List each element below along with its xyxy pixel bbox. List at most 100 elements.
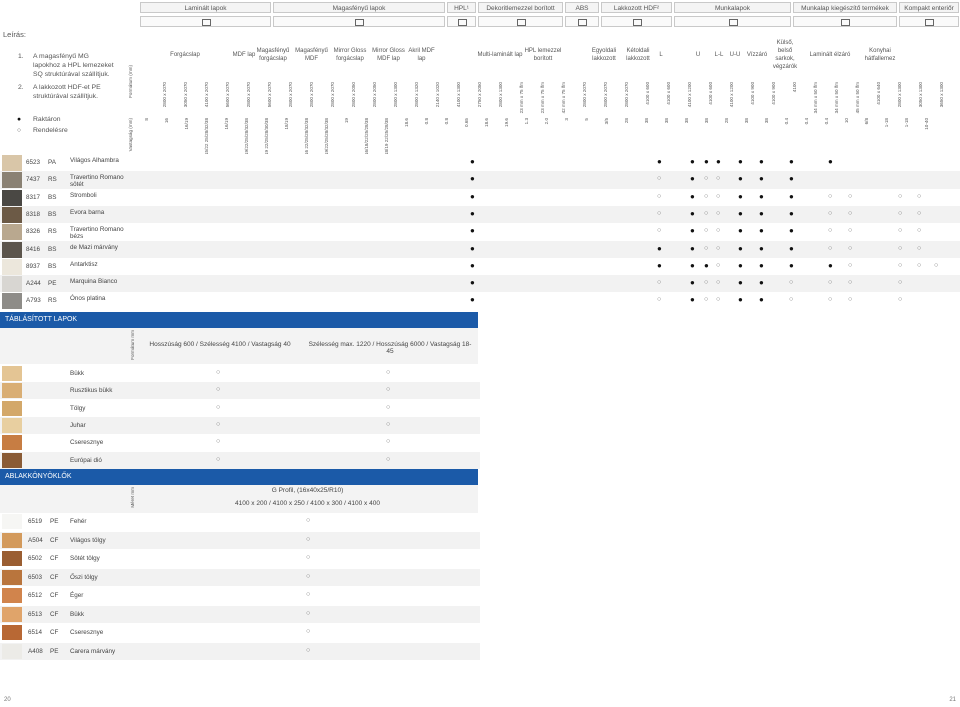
format-value: 34 mm x 50 lfm xyxy=(834,82,839,114)
table-row: 8326 RS Travertino Romano bézs ● ○ ● ○ ○ ● ● ● ○ ○ ○ ○ xyxy=(0,223,960,242)
order-circle-icon: ○ xyxy=(386,369,391,376)
stock-dot-icon: ● xyxy=(828,157,833,166)
decor-swatch xyxy=(2,258,22,275)
stock-dot-icon: ● xyxy=(657,260,662,270)
item-name: Carera márvány xyxy=(70,647,116,655)
thickness-value: 18/19 xyxy=(284,118,289,130)
stock-dot-icon: ● xyxy=(789,191,794,201)
product-code: 8326 xyxy=(26,228,41,236)
stock-dot-icon: ● xyxy=(657,157,662,166)
stock-dot-icon: ● xyxy=(690,278,695,288)
order-circle-icon: ○ xyxy=(386,403,391,411)
item-code: 6512 xyxy=(28,592,43,599)
group-header: Magasfényű lapok xyxy=(273,2,445,13)
table-row: 8937 BS Antarktisz ● ● ● ● ○ ● ● ● ● ○ ○ ○ ○ xyxy=(0,257,960,276)
order-circle-icon: ○ xyxy=(657,175,662,183)
note-number: 2. xyxy=(18,84,24,91)
list-item: Tölgy ○ ○ xyxy=(0,399,480,417)
thickness-value: 1-18 xyxy=(884,118,889,128)
list-item: Európai dió ○ ○ xyxy=(0,451,480,469)
column-subheading: Forgácslap xyxy=(170,52,200,58)
item-code: 6503 xyxy=(28,573,43,581)
format-value: 2800 x 1320 xyxy=(414,82,419,108)
group-header: HPL¹ xyxy=(447,2,476,13)
order-circle-icon: ○ xyxy=(386,420,391,428)
decor-swatch xyxy=(2,241,22,258)
product-code: 6523 xyxy=(26,159,41,166)
tables-format-label: Formátum mm xyxy=(130,330,135,360)
order-circle-icon: ○ xyxy=(657,296,662,304)
decor-swatch xyxy=(2,532,22,548)
format-value: 2750 x 2050 xyxy=(477,82,482,108)
format-value: 2800 x 2070 xyxy=(288,82,293,108)
order-circle-icon: ○ xyxy=(917,227,922,235)
column-subheading: Mirror Gloss MDF lap xyxy=(372,48,405,62)
product-type-icon xyxy=(899,16,959,27)
thickness-value: 0.4 xyxy=(824,118,829,125)
order-circle-icon: ○ xyxy=(386,455,391,463)
format-value: 4100 x 1300 xyxy=(456,82,461,108)
item-finish: PE xyxy=(50,518,59,525)
order-circle-icon: ○ xyxy=(917,261,922,269)
product-code: 8318 xyxy=(26,210,41,218)
stock-dot-icon: ● xyxy=(738,191,743,201)
decor-swatch xyxy=(2,514,22,529)
order-circle-icon: ○ xyxy=(704,279,709,287)
format-value: 2800 x 1300 xyxy=(498,82,503,108)
decor-swatch xyxy=(2,206,22,223)
order-circle-icon: ○ xyxy=(716,227,721,235)
product-type-icon xyxy=(565,16,599,27)
tables-section-title: TÁBLÁSÍTOTT LAPOK xyxy=(0,312,478,328)
stock-dot-icon: ● xyxy=(738,243,743,253)
list-item: Rusztikus bükk ○ ○ xyxy=(0,382,480,400)
thickness-value: 28 xyxy=(624,118,629,124)
sills-size-label: Méret mm xyxy=(130,487,135,508)
item-name: Európai dió xyxy=(70,456,102,464)
order-circle-icon: ○ xyxy=(848,296,853,304)
order-circle-icon: ○ xyxy=(704,296,709,304)
format-value: 4100 x 600 xyxy=(708,82,713,105)
thickness-value: 6/8 xyxy=(864,118,869,125)
thickness-value: 0.8 xyxy=(424,118,429,125)
stock-dot-icon: ● xyxy=(759,243,764,253)
order-circle-icon: ○ xyxy=(716,296,721,304)
product-code: 7437 xyxy=(26,176,41,184)
order-circle-icon: ○ xyxy=(216,369,221,376)
column-subheading: U-U xyxy=(729,52,741,58)
product-name: Marquina Bianco xyxy=(70,278,118,286)
order-circle-icon: ○ xyxy=(306,628,311,635)
stock-dot-icon: ● xyxy=(690,208,695,218)
order-circle-icon: ○ xyxy=(386,438,391,446)
format-value: 2800 x 1300 xyxy=(897,82,902,108)
decor-swatch xyxy=(2,189,22,206)
sills-sizes: 4100 x 200 / 4100 x 250 / 4100 x 300 / 4… xyxy=(235,500,380,507)
order-circle-icon: ○ xyxy=(306,646,311,654)
order-circle-icon: ○ xyxy=(828,227,833,235)
decor-swatch xyxy=(2,588,22,603)
stock-dot-icon: ● xyxy=(470,295,475,305)
order-circle-icon: ○ xyxy=(216,455,221,463)
column-subheading: Magasfényű MDF xyxy=(295,48,328,62)
item-finish: CF xyxy=(50,592,59,599)
product-code: 8937 xyxy=(26,262,41,270)
list-item: 6503 CF Őszi tölgy ○ xyxy=(0,568,480,586)
format-value: 2800 x 2070 xyxy=(582,82,587,108)
format-value: 2800 x 1300 xyxy=(393,82,398,108)
stock-dot-icon: ● xyxy=(470,278,475,288)
order-circle-icon: ○ xyxy=(848,192,853,200)
order-circle-icon: ○ xyxy=(704,209,709,217)
order-circle-icon: ○ xyxy=(704,192,709,200)
list-item: 6502 CF Sötét tölgy ○ xyxy=(0,550,480,567)
legend-note-1: A magasfényű MG lapokhoz a HPL lemezeket… xyxy=(33,53,114,78)
table-row: A793 RS Ónos platina ● ○ ● ○ ○ ● ● ○ ○ ○ ○ xyxy=(0,292,960,311)
order-circle-icon: ○ xyxy=(216,438,221,446)
decor-swatch xyxy=(2,400,22,416)
thickness-value: 38 xyxy=(684,118,689,124)
order-circle-icon: ○ xyxy=(828,244,833,252)
column-subheading: L xyxy=(659,52,663,58)
column-subheading: Külső, belső sarkok, végzárók xyxy=(772,40,798,70)
order-circle-icon: ○ xyxy=(716,175,721,183)
product-type-icon xyxy=(793,16,897,27)
stock-dot-icon: ● xyxy=(704,260,709,270)
order-circle-icon: ○ xyxy=(917,244,922,252)
